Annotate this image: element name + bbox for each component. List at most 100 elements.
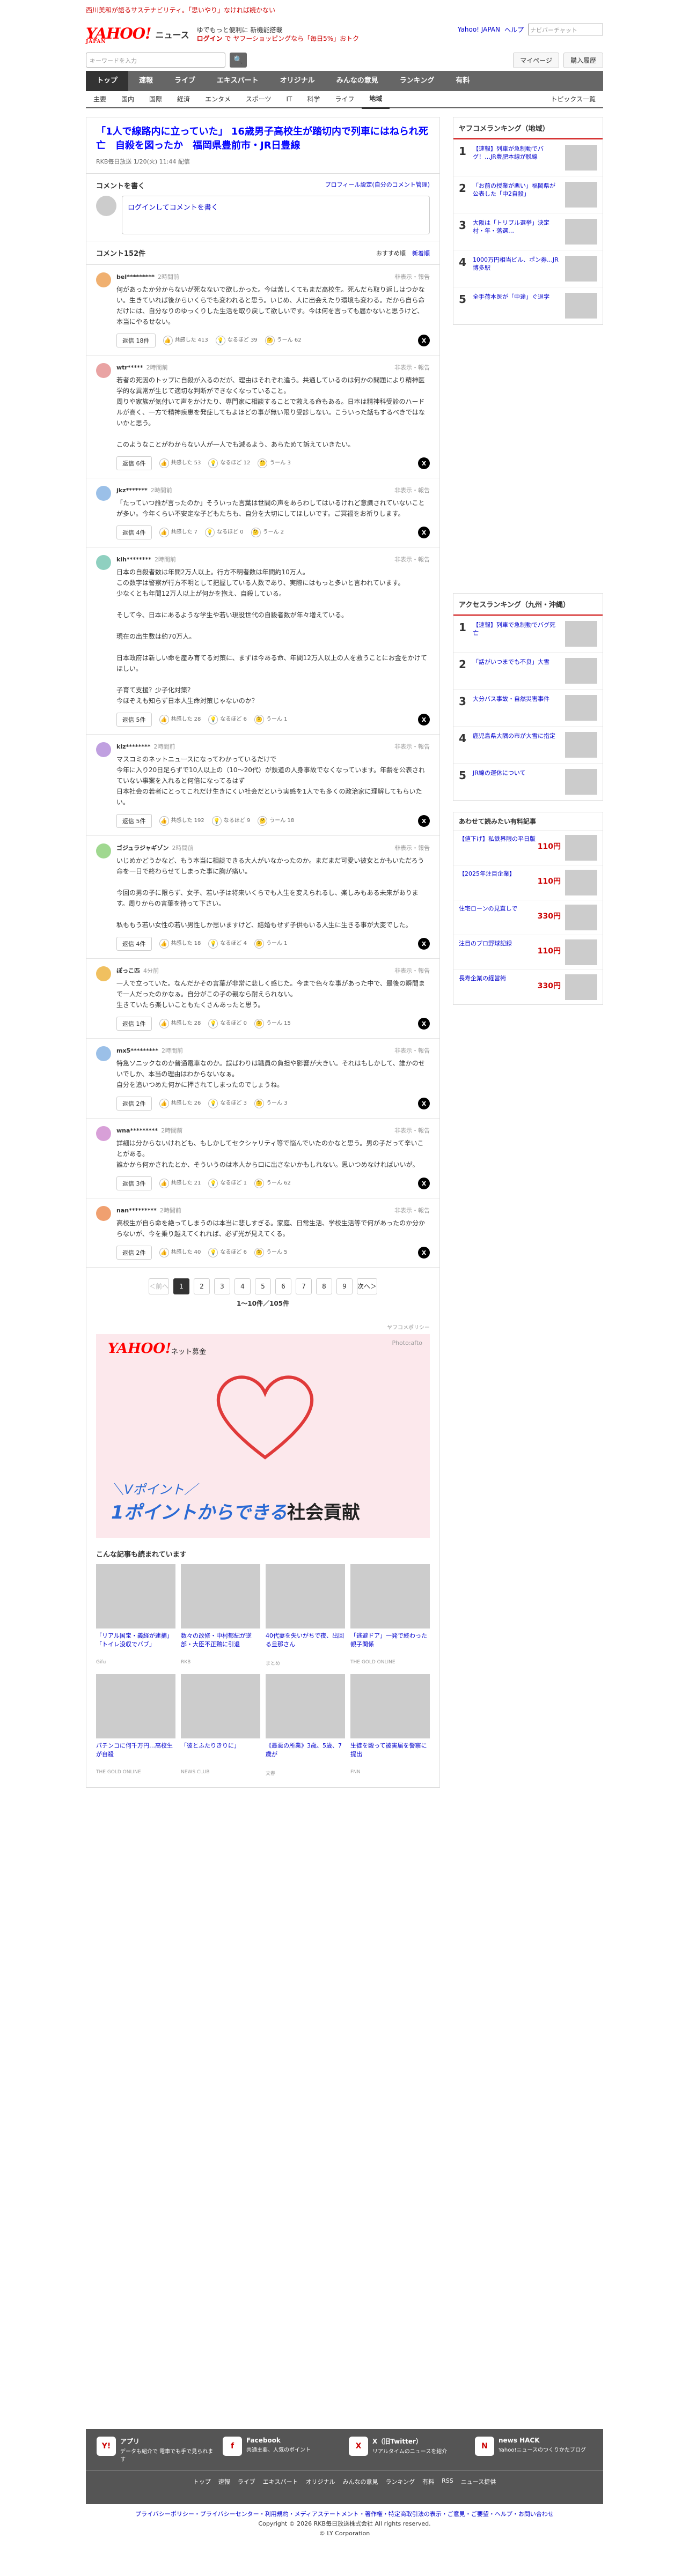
report-link[interactable]: 非表示・報告 [394, 555, 430, 564]
gnav-ranking[interactable]: ランキング [389, 71, 445, 91]
reply-button[interactable]: 返信 2件 [116, 1097, 152, 1111]
comment-username[interactable]: jkz******* [116, 487, 148, 494]
page-5[interactable]: 5 [255, 1278, 271, 1294]
rank-thumbnail[interactable] [565, 219, 597, 245]
insight-reaction[interactable]: 💡 なるほど 6 [208, 715, 247, 724]
reply-button[interactable]: 返信 4件 [116, 937, 152, 951]
related-thumbnail[interactable] [266, 1564, 345, 1628]
ranking-item[interactable]: 1【速報】列車が急制動でバグ！…JR豊肥本線が脱線1/20(火) 11:44 [453, 139, 603, 176]
related-thumbnail[interactable] [350, 1674, 430, 1738]
hmm-reaction[interactable]: 🤔 うーん 3 [254, 1099, 288, 1108]
paid-item[interactable]: 住宅ローンの見直しで 330円 [453, 900, 603, 935]
paid-item[interactable]: 【値下げ】私鉄界隈の平日版 110円 [453, 830, 603, 865]
agree-reaction[interactable]: 👍 共感した 28 [159, 715, 201, 724]
paid-title[interactable]: 【2025年注目企業】 110円 [459, 870, 561, 895]
page-3[interactable]: 3 [214, 1278, 230, 1294]
rank-thumbnail[interactable] [565, 293, 597, 319]
avatar[interactable] [96, 272, 111, 287]
snav-intl[interactable]: 国際 [142, 91, 170, 108]
paid-thumbnail[interactable] [565, 870, 597, 895]
avatar[interactable] [96, 486, 111, 501]
insight-reaction[interactable]: 💡 なるほど 0 [208, 1019, 247, 1028]
insight-reaction[interactable]: 💡 なるほど 4 [208, 939, 247, 949]
paid-title[interactable]: 注目のプロ野球記録 110円 [459, 939, 561, 965]
paid-thumbnail[interactable] [565, 974, 597, 1000]
app-name[interactable]: news HACK [499, 2437, 586, 2444]
footer-link[interactable]: トップ [193, 2477, 211, 2486]
related-card[interactable]: 生徒を殴って被害届を警察に提出 FNN [350, 1674, 430, 1776]
report-link[interactable]: 非表示・報告 [394, 966, 430, 975]
reply-button[interactable]: 返信 2件 [116, 1246, 152, 1260]
rank-title[interactable]: 【速報】列車で急制動でバグ死亡 [473, 621, 561, 647]
ranking-item[interactable]: 5JR線の運休について1/20(火) 15:21 [453, 764, 603, 801]
reply-button[interactable]: 返信 18件 [116, 334, 156, 347]
legal-links[interactable]: プライバシーポリシー・プライバシーセンター・利用規約・メディアステートメント・著… [86, 2510, 603, 2519]
sort-recommended[interactable]: おすすめ順 [376, 249, 406, 257]
rank-title[interactable]: 大阪は「トリプル選挙」決定村・年・落選… [473, 219, 561, 245]
footer-link[interactable]: エキスパート [263, 2477, 298, 2486]
header-search-input[interactable]: ナビバーチャット [528, 24, 603, 35]
rank-title[interactable]: JR線の運休について [473, 769, 561, 795]
related-card[interactable]: 数々の改修・中村郁紀が逆部・大臣不正鶏に引退 RKB [181, 1564, 260, 1667]
sort-newest[interactable]: 新着順 [412, 249, 430, 257]
related-thumbnail[interactable] [350, 1564, 430, 1628]
paid-title[interactable]: 住宅ローンの見直しで 330円 [459, 905, 561, 930]
agree-reaction[interactable]: 👍 共感した 7 [159, 528, 197, 537]
mypage-button[interactable]: マイページ [513, 52, 559, 68]
gnav-breaking[interactable]: 速報 [128, 71, 164, 91]
hmm-reaction[interactable]: 🤔 うーん 62 [254, 1179, 291, 1188]
paid-title[interactable]: 長寿企業の経営術 330円 [459, 974, 561, 1000]
rank-thumbnail[interactable] [565, 256, 597, 282]
avatar[interactable] [96, 742, 111, 757]
related-card[interactable]: 40代妻を失いがちで夜、出回る旦那さん まとめ [266, 1564, 345, 1667]
report-link[interactable]: 非表示・報告 [394, 272, 430, 281]
paid-item[interactable]: 長寿企業の経営術 330円 [453, 969, 603, 1004]
insight-reaction[interactable]: 💡 なるほど 39 [215, 336, 258, 345]
insight-reaction[interactable]: 💡 なるほど 6 [208, 1248, 247, 1257]
site-name[interactable]: ニュース [155, 28, 189, 41]
avatar[interactable] [96, 1046, 111, 1061]
report-link[interactable]: 非表示・報告 [394, 1046, 430, 1055]
page-6[interactable]: 6 [275, 1278, 291, 1294]
report-link[interactable]: 非表示・報告 [394, 486, 430, 494]
comment-input[interactable]: ログインしてコメントを書く [122, 196, 430, 234]
page-1[interactable]: 1 [173, 1278, 189, 1294]
reply-button[interactable]: 返信 3件 [116, 1176, 152, 1190]
x-share-icon[interactable]: X [418, 714, 430, 726]
comment-username[interactable]: wtr***** [116, 364, 143, 371]
insight-reaction[interactable]: 💡 なるほど 1 [208, 1179, 247, 1188]
rank-title[interactable]: 「お前の授業が悪い」福岡県が公表した「中2自殺」 [473, 182, 561, 208]
app-name[interactable]: アプリ [120, 2437, 214, 2446]
related-title[interactable]: 生徒を殴って被害届を警察に提出 [350, 1742, 430, 1767]
related-thumbnail[interactable] [96, 1674, 175, 1738]
ranking-item[interactable]: 3大分バス事故・自然災害事件1/20(火) 12:10 [453, 690, 603, 727]
donation-ad-banner[interactable]: YAHOO! ネット募金 Photo:afto ＼Vポイント／ 1ポイントからで… [96, 1334, 430, 1538]
snav-domestic[interactable]: 国内 [114, 91, 142, 108]
page-7[interactable]: 7 [296, 1278, 312, 1294]
agree-reaction[interactable]: 👍 共感した 18 [159, 939, 201, 949]
agree-reaction[interactable]: 👍 共感した 413 [163, 336, 208, 345]
x-share-icon[interactable]: X [418, 1178, 430, 1189]
history-button[interactable]: 購入履歴 [563, 52, 603, 68]
report-link[interactable]: 非表示・報告 [394, 1206, 430, 1215]
related-card[interactable]: パチンコに何千万円…高校生が自殺 THE GOLD ONLINE [96, 1674, 175, 1776]
footer-app[interactable]: Y! アプリ データも紹介で 電車でも手で見られます [97, 2437, 214, 2463]
snav-science[interactable]: 科学 [299, 91, 327, 108]
rank-thumbnail[interactable] [565, 769, 597, 795]
paid-item[interactable]: 【2025年注目企業】 110円 [453, 865, 603, 900]
rank-thumbnail[interactable] [565, 732, 597, 758]
footer-link[interactable]: ライブ [238, 2477, 255, 2486]
footer-app[interactable]: X X（旧Twitter） リアルタイムのニュースを紹介 [349, 2437, 466, 2463]
ranking-item[interactable]: 41000万円相当ビル、ポン券…JR博多駅1/20(火) 14:12 [453, 250, 603, 287]
x-share-icon[interactable]: X [418, 1098, 430, 1109]
login-link[interactable]: ログイン [197, 35, 223, 42]
gnav-original[interactable]: オリジナル [269, 71, 326, 91]
comment-username[interactable]: ぽっこ匹 [116, 966, 140, 975]
rank-thumbnail[interactable] [565, 145, 597, 171]
profile-settings-link[interactable]: プロフィール設定(自分のコメント管理) [325, 180, 430, 190]
snav-it[interactable]: IT [278, 91, 299, 108]
top-ad-text[interactable]: 西川美和が語るサステナビリティ。「思いやり」なければ続かない [86, 5, 275, 14]
page-2[interactable]: 2 [194, 1278, 210, 1294]
x-share-icon[interactable]: X [418, 527, 430, 538]
comment-username[interactable]: wna********* [116, 1127, 158, 1134]
